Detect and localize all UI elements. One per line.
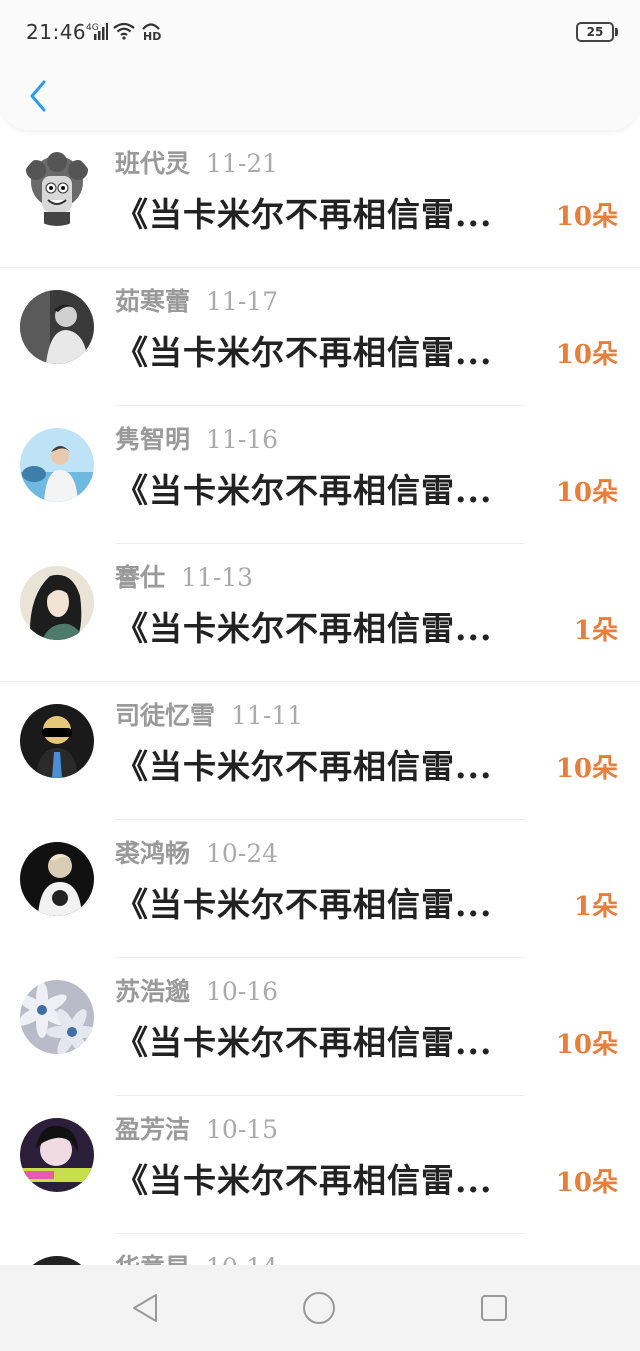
flower-count: 10朵: [555, 202, 618, 232]
avatar[interactable]: [20, 1256, 94, 1265]
sender-line: 苏浩邈 10-16: [115, 972, 278, 1008]
book-title: 《当卡米尔不再相信雷...: [115, 1023, 493, 1062]
photo-avatar-icon: [20, 1256, 94, 1265]
gift-record-list[interactable]: 班代灵 11-21 《当卡米尔不再相信雷... 10朵 茹寒蕾 11-17 《当卡米…: [0, 130, 640, 1265]
avatar[interactable]: [20, 1118, 94, 1192]
book-title: 《当卡米尔不再相信雷...: [115, 885, 493, 924]
list-item[interactable]: 苏浩邈 10-16 《当卡米尔不再相信雷... 10朵: [0, 958, 640, 1096]
flower-count: 10朵: [555, 1168, 618, 1198]
send-date: 10-14: [206, 1253, 278, 1265]
sender-name: 茹寒蕾: [115, 287, 191, 316]
book-title: 《当卡米尔不再相信雷...: [115, 609, 493, 648]
sender-line: 盈芳洁 10-15: [115, 1110, 278, 1146]
status-time: 21:46: [26, 20, 87, 44]
sender-line: 班代灵 11-21: [115, 144, 278, 180]
list-item[interactable]: 茹寒蕾 11-17 《当卡米尔不再相信雷... 10朵: [0, 268, 640, 406]
hd-call-icon: HD: [142, 23, 161, 41]
send-date: 10-16: [206, 977, 279, 1006]
status-icons: 4G HD: [86, 21, 162, 41]
sender-name: 隽智明: [115, 425, 191, 454]
avatar[interactable]: [20, 428, 94, 502]
flower-count: 1朵: [573, 892, 618, 922]
list-item[interactable]: 班代灵 11-21 《当卡米尔不再相信雷... 10朵: [0, 130, 640, 268]
send-date: 10-15: [206, 1115, 279, 1144]
list-item[interactable]: 司徒忆雪 11-11 《当卡米尔不再相信雷... 10朵: [0, 682, 640, 820]
sender-line: 裘鸿畅 10-24: [115, 834, 278, 870]
sender-name: 苏浩邈: [115, 977, 191, 1006]
avatar[interactable]: [20, 980, 94, 1054]
book-title: 《当卡米尔不再相信雷...: [115, 195, 493, 234]
flower-count: 10朵: [555, 340, 618, 370]
hd-label: HD: [143, 30, 161, 41]
sender-name: 班代灵: [115, 149, 191, 178]
battery-icon: 25: [576, 22, 618, 42]
list-item[interactable]: 裘鸿畅 10-24 《当卡米尔不再相信雷... 1朵: [0, 820, 640, 958]
nav-recents-button[interactable]: [477, 1291, 511, 1325]
sender-line: 隽智明 11-16: [115, 420, 278, 456]
flower-count: 10朵: [555, 1030, 618, 1060]
system-nav-bar: [0, 1265, 640, 1351]
back-button[interactable]: [18, 74, 58, 118]
flower-avatar-icon: [20, 980, 94, 1054]
send-date: 11-13: [181, 563, 254, 592]
list-item[interactable]: 隽智明 11-16 《当卡米尔不再相信雷... 10朵: [0, 406, 640, 544]
flower-count: 10朵: [555, 478, 618, 508]
sender-line: 司徒忆雪 11-11: [115, 696, 303, 732]
triangle-back-icon: [133, 1294, 157, 1322]
flower-count: 1朵: [573, 616, 618, 646]
list-item[interactable]: 謇仕 11-13 《当卡米尔不再相信雷... 1朵: [0, 544, 640, 682]
sender-name: 裘鸿畅: [115, 839, 191, 868]
chevron-left-icon: [30, 80, 46, 112]
sender-name: 謇仕: [115, 563, 166, 592]
illustration-avatar-icon: [20, 566, 94, 640]
avatar[interactable]: [20, 290, 94, 364]
nav-back-button[interactable]: [128, 1291, 162, 1325]
network-type-label: 4G: [86, 23, 99, 33]
sender-name: 司徒忆雪: [115, 701, 216, 730]
photo-avatar-icon: [20, 290, 94, 364]
sender-name: 盈芳洁: [115, 1115, 191, 1144]
send-date: 11-11: [231, 701, 304, 730]
avatar[interactable]: [20, 152, 94, 226]
book-title: 《当卡米尔不再相信雷...: [115, 333, 493, 372]
circle-home-icon: [303, 1292, 335, 1324]
sender-line: 謇仕 11-13: [115, 558, 253, 594]
list-item[interactable]: 盈芳洁 10-15 《当卡米尔不再相信雷... 10朵: [0, 1096, 640, 1234]
battery-level: 25: [586, 25, 604, 39]
photo-avatar-icon: [20, 842, 94, 916]
list-item[interactable]: 华意昂 10-14: [0, 1234, 640, 1265]
top-bar: 21:46 4G HD 25: [0, 0, 640, 130]
nav-home-button[interactable]: [302, 1291, 336, 1325]
photo-avatar-icon: [20, 428, 94, 502]
book-title: 《当卡米尔不再相信雷...: [115, 1161, 493, 1200]
send-date: 11-21: [206, 149, 279, 178]
avatar[interactable]: [20, 566, 94, 640]
avatar[interactable]: [20, 704, 94, 778]
send-date: 10-24: [206, 839, 279, 868]
sender-line: 茹寒蕾 11-17: [115, 282, 278, 318]
photo-avatar-icon: [20, 1118, 94, 1192]
signal-icon: 4G: [86, 23, 108, 40]
flower-count: 10朵: [555, 754, 618, 784]
cartoon-avatar-icon: [20, 152, 94, 226]
book-title: 《当卡米尔不再相信雷...: [115, 747, 493, 786]
wifi-icon: [113, 22, 135, 40]
avatar[interactable]: [20, 842, 94, 916]
book-title: 《当卡米尔不再相信雷...: [115, 471, 493, 510]
sender-line: 华意昂 10-14: [115, 1248, 278, 1265]
send-date: 11-16: [206, 425, 279, 454]
square-recents-icon: [481, 1295, 507, 1321]
send-date: 11-17: [206, 287, 279, 316]
sender-name: 华意昂: [115, 1253, 190, 1265]
photo-avatar-icon: [20, 704, 94, 778]
